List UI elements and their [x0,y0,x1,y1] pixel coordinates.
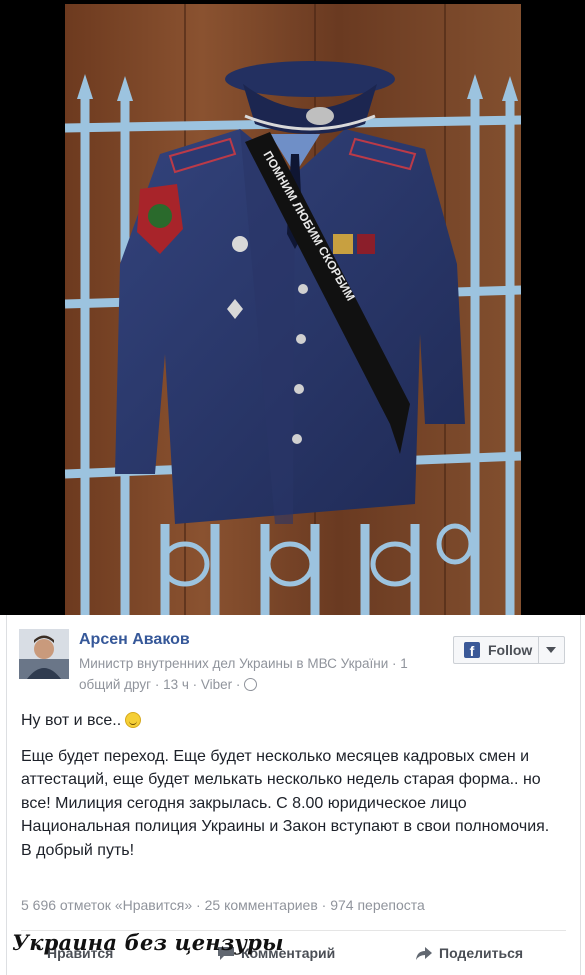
follow-label: Follow [488,642,533,658]
uniform-photo: ПОМНИМ ЛЮБИМ СКОРБИМ [65,4,521,615]
watermark: Украина без цензуры [12,930,284,955]
post-photo[interactable]: ПОМНИМ ЛЮБИМ СКОРБИМ [65,4,521,615]
post-subtitle: Министр внутренних дел Украины в МВС Укр… [79,656,408,692]
follow-divider [538,637,539,663]
post-body: Еще будет переход. Еще будет несколько м… [21,747,550,836]
post-meta: Министр внутренних дел Украины в МВС Укр… [79,653,449,695]
post-closing: В добрый путь! [21,841,135,859]
share-label: Поделиться [439,945,524,961]
facebook-icon: f [464,642,480,659]
globe-icon [244,678,258,691]
post-greeting: Ну вот и все.. [21,712,122,729]
avatar-image [19,629,69,679]
smiley-icon [125,712,142,728]
share-button[interactable]: Поделиться [415,945,523,961]
chevron-down-icon[interactable] [546,647,556,653]
post-photo-frame: ПОМНИМ ЛЮБИМ СКОРБИМ [0,0,585,615]
post-text: Ну вот и все.. Еще будет переход. Еще бу… [21,709,569,862]
author-name[interactable]: Арсен Аваков [79,631,190,649]
post-stats[interactable]: 5 696 отметок «Нравится» · 25 комментари… [21,897,425,913]
share-icon [416,947,432,960]
follow-button[interactable]: f Follow [453,636,565,664]
avatar[interactable] [19,629,69,679]
post-card: Арсен Аваков Министр внутренних дел Укра… [6,615,581,975]
